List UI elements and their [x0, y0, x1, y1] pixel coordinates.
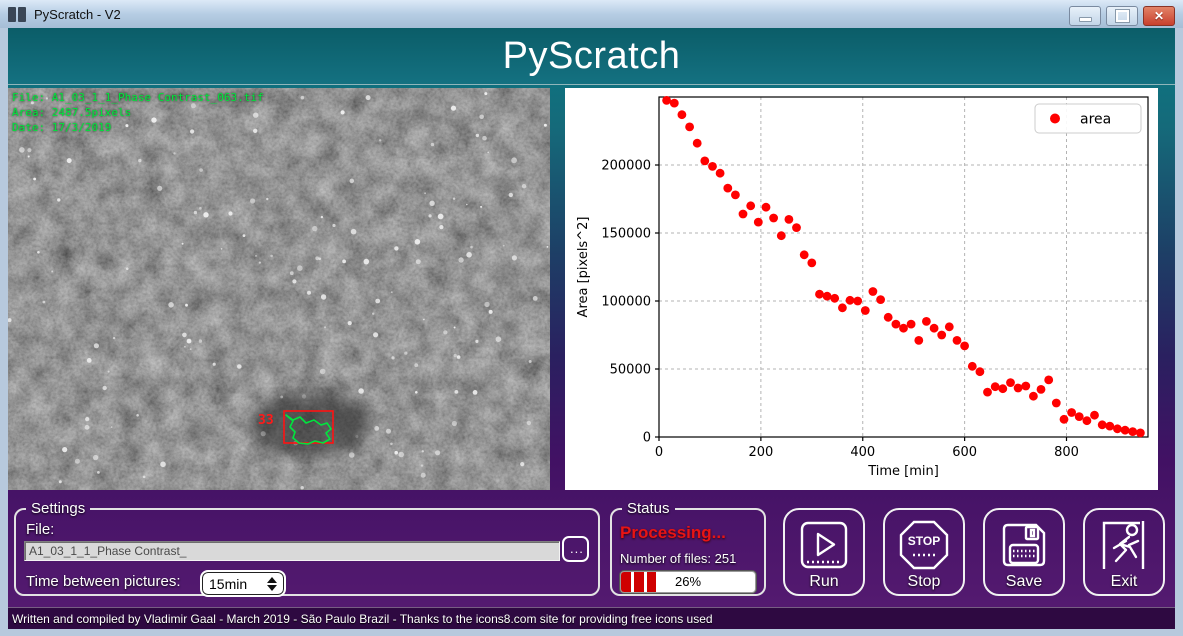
footer-credits-text: Written and compiled by Vladimir Gaal - … — [12, 612, 713, 626]
svg-text:Area [pixels^2]: Area [pixels^2] — [576, 217, 591, 318]
spinner-up-icon[interactable] — [267, 577, 277, 583]
processing-status-text: Processing... — [620, 523, 726, 543]
svg-text:Time [min]: Time [min] — [867, 464, 939, 479]
overlay-date-text: Date: 17/3/2019 — [12, 121, 111, 134]
svg-text:600: 600 — [952, 445, 977, 460]
stop-button[interactable]: STOP Stop — [883, 508, 965, 596]
stop-icon-text: STOP — [908, 534, 940, 548]
stop-button-label: Stop — [908, 573, 941, 591]
overlay-file-text: File: A1_03_1_1_Phase Contrast_063.tif — [12, 91, 264, 104]
minimize-button[interactable] — [1069, 6, 1101, 26]
play-icon — [796, 517, 852, 573]
window-title: PyScratch - V2 — [34, 7, 121, 22]
maximize-button[interactable] — [1106, 6, 1138, 26]
exit-button-label: Exit — [1111, 573, 1138, 591]
stop-sign-icon: STOP — [896, 517, 952, 573]
svg-text:50000: 50000 — [610, 363, 651, 378]
microscopy-image-panel: File: A1_03_1_1_Phase Contrast_063.tif A… — [8, 88, 550, 490]
overlay-area-text: Area: 2487.5pixels — [12, 106, 131, 119]
svg-text:200: 200 — [748, 445, 773, 460]
number-of-files-text: Number of files: 251 — [620, 551, 736, 566]
runner-exit-icon — [1096, 517, 1152, 573]
exit-button[interactable]: Exit — [1083, 508, 1165, 596]
app-icon — [8, 7, 26, 22]
spinner-arrows[interactable] — [264, 577, 280, 591]
file-input[interactable] — [24, 541, 560, 561]
file-label: File: — [26, 521, 54, 538]
chart-panel: 0 200 400 600 800 0 50000 100000 150000 200000 Tim… — [565, 88, 1158, 490]
status-group-label: Status — [622, 500, 675, 517]
svg-text:400: 400 — [850, 445, 875, 460]
spinner-down-icon[interactable] — [267, 585, 277, 591]
floppy-disk-icon — [996, 517, 1052, 573]
app-title: PyScratch — [503, 35, 681, 78]
phase-contrast-image — [8, 88, 550, 490]
svg-text:100000: 100000 — [601, 295, 651, 310]
status-group: Status Processing... Number of files: 25… — [610, 500, 766, 596]
run-button[interactable]: Run — [783, 508, 865, 596]
area-scatter-chart: 0 200 400 600 800 0 50000 100000 150000 200000 Tim… — [565, 88, 1158, 490]
progress-bar: 26% — [620, 571, 756, 593]
close-icon: ✕ — [1154, 10, 1164, 22]
footer-bar: Written and compiled by Vladimir Gaal - … — [8, 607, 1175, 629]
scratch-id-label: 33 — [258, 413, 274, 428]
settings-group: Settings File: ... Time between pictures… — [14, 500, 600, 596]
save-button-label: Save — [1006, 573, 1042, 591]
browse-button[interactable]: ... — [562, 536, 589, 562]
main-content: File: A1_03_1_1_Phase Contrast_063.tif A… — [8, 85, 1175, 607]
close-button[interactable]: ✕ — [1143, 6, 1175, 26]
save-button[interactable]: Save — [983, 508, 1065, 596]
settings-group-label: Settings — [26, 500, 90, 517]
progress-percent-label: 26% — [621, 574, 755, 589]
interval-spinner[interactable]: 15min — [200, 570, 286, 597]
svg-text:800: 800 — [1054, 445, 1079, 460]
svg-text:0: 0 — [643, 431, 651, 446]
minimize-icon — [1079, 17, 1092, 22]
svg-text:area: area — [1080, 112, 1111, 128]
interval-label: Time between pictures: — [26, 573, 181, 590]
title-bar[interactable]: PyScratch - V2 ✕ — [0, 0, 1183, 28]
svg-text:150000: 150000 — [601, 227, 651, 242]
maximize-icon — [1116, 10, 1129, 22]
run-button-label: Run — [809, 573, 838, 591]
app-header: PyScratch — [8, 28, 1175, 85]
app-window: PyScratch - V2 ✕ PyScratch — [0, 0, 1183, 636]
svg-text:0: 0 — [655, 445, 663, 460]
interval-value: 15min — [202, 576, 264, 592]
svg-text:200000: 200000 — [601, 159, 651, 174]
